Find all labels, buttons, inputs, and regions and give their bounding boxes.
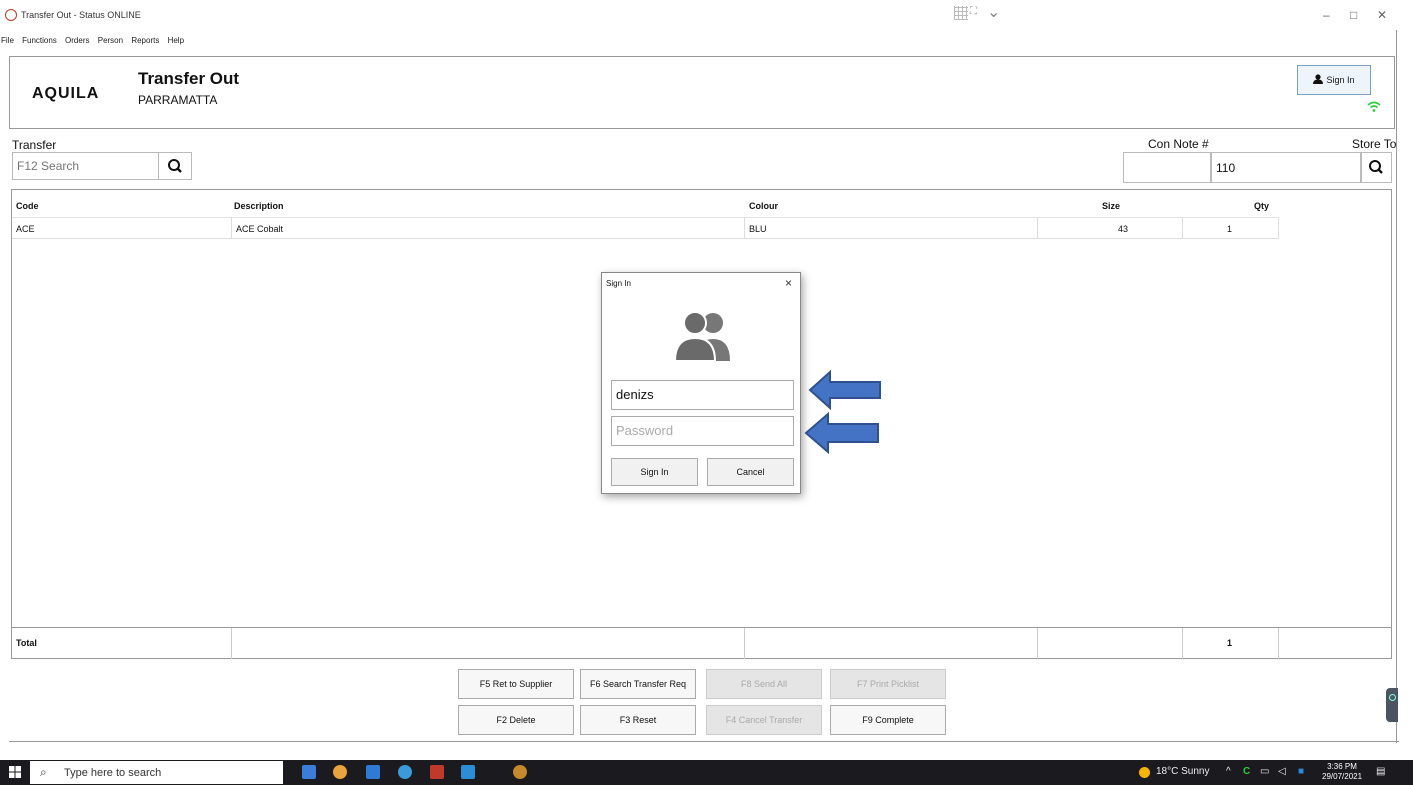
users-icon <box>673 311 730 361</box>
dialog-cancel-button[interactable]: Cancel <box>707 458 794 486</box>
menu-help[interactable]: Help <box>168 36 184 45</box>
chevron-down-icon[interactable]: ⌄ <box>987 2 1000 22</box>
con-note-input[interactable] <box>1123 152 1211 183</box>
total-label: Total <box>12 628 232 659</box>
total-description <box>232 628 745 659</box>
sign-in-dialog: Sign In × denizs Password Sign In Cancel <box>601 272 801 494</box>
menu-file[interactable]: File <box>1 36 14 45</box>
sign-in-label: Sign In <box>1326 75 1355 85</box>
column-header-colour[interactable]: Colour <box>745 195 782 217</box>
store-to-search-button[interactable] <box>1361 152 1392 183</box>
complete-button[interactable]: F9 Complete <box>830 705 946 735</box>
weather-text[interactable]: 18°C Sunny <box>1156 766 1209 777</box>
annotation-arrow-username <box>808 370 881 410</box>
username-field[interactable]: denizs <box>611 380 794 410</box>
reset-button[interactable]: F3 Reset <box>580 705 696 735</box>
transfer-label: Transfer <box>12 138 57 152</box>
notifications-icon[interactable]: ▤ <box>1376 766 1385 777</box>
windows-taskbar: ⌕ Type here to search 18°C Sunny ^ C ▭ ◁… <box>0 760 1413 785</box>
footer-divider <box>9 741 1399 742</box>
print-picklist-button[interactable]: F7 Print Picklist <box>830 669 946 699</box>
branch-name: PARRAMATTA <box>138 93 218 107</box>
clock-date: 29/07/2021 <box>1322 772 1363 781</box>
paint-icon[interactable] <box>430 765 444 779</box>
person-icon <box>1313 74 1324 84</box>
column-header-size[interactable]: Size <box>1098 195 1124 217</box>
outlook-icon[interactable]: ■ <box>1298 766 1304 777</box>
cell-description: ACE Cobalt <box>232 218 745 238</box>
menu-orders[interactable]: Orders <box>65 36 89 45</box>
taskview-icon[interactable] <box>366 765 380 779</box>
show-hidden-icons-icon[interactable]: ^ <box>1226 766 1231 777</box>
close-button[interactable]: ✕ <box>1377 8 1387 22</box>
taskbar-search-box[interactable]: ⌕ Type here to search <box>30 761 283 784</box>
search-transfer-req-button[interactable]: F6 Search Transfer Req <box>580 669 696 699</box>
grid-view-icon[interactable] <box>954 6 968 20</box>
page-title: Transfer Out <box>138 69 240 88</box>
weather-icon <box>1139 767 1150 778</box>
cell-colour: BLU <box>745 218 1038 238</box>
window-right-border <box>1396 30 1397 743</box>
remote-support-tab[interactable] <box>1386 688 1398 722</box>
window-titlebar: Transfer Out - Status ONLINE ⛶ ⌄ – □ ✕ <box>0 0 1413 30</box>
clock-time: 3:36 PM <box>1327 762 1357 771</box>
transfer-search-button[interactable] <box>158 152 192 180</box>
total-row: Total 1 <box>12 627 1392 659</box>
ret-to-supplier-button[interactable]: F5 Ret to Supplier <box>458 669 574 699</box>
file-explorer-icon[interactable] <box>302 765 316 779</box>
total-size <box>1038 628 1183 659</box>
system-clock[interactable]: 3:36 PM 29/07/2021 <box>1322 762 1362 782</box>
column-header-description[interactable]: Description <box>230 195 288 217</box>
fullscreen-icon[interactable]: ⛶ <box>970 6 977 17</box>
password-field[interactable]: Password <box>611 416 794 446</box>
remote-support-icon <box>1389 694 1396 701</box>
dialog-sign-in-button[interactable]: Sign In <box>611 458 698 486</box>
menu-functions[interactable]: Functions <box>22 36 57 45</box>
maximize-button[interactable]: □ <box>1350 8 1357 22</box>
search-icon <box>168 159 182 173</box>
taskbar-search-placeholder: Type here to search <box>64 767 162 779</box>
table-row[interactable]: ACE ACE Cobalt BLU 43 1 <box>12 217 1279 239</box>
annotation-arrow-password <box>804 412 879 454</box>
search-icon <box>1369 160 1383 174</box>
chrome-icon[interactable] <box>333 765 347 779</box>
page-header: AQUILA Transfer Out PARRAMATTA Sign In <box>9 56 1395 129</box>
menu-bar: File Functions Orders Person Reports Hel… <box>0 36 184 50</box>
total-qty: 1 <box>1183 628 1279 659</box>
cancel-transfer-button[interactable]: F4 Cancel Transfer <box>706 705 822 735</box>
menu-reports[interactable]: Reports <box>131 36 159 45</box>
store-to-input[interactable]: 110 <box>1211 152 1361 183</box>
menu-person[interactable]: Person <box>98 36 123 45</box>
network-icon[interactable]: ▭ <box>1260 766 1269 777</box>
mail-icon[interactable] <box>461 765 475 779</box>
column-header-qty[interactable]: Qty <box>1250 195 1273 217</box>
search-icon: ⌕ <box>40 765 47 779</box>
total-colour <box>745 628 1038 659</box>
ccleaner-icon[interactable]: C <box>1243 766 1250 777</box>
app-icon <box>5 9 17 21</box>
wifi-icon <box>1367 101 1381 112</box>
dialog-title: Sign In <box>606 279 631 288</box>
brand-logo: AQUILA <box>32 85 100 102</box>
minimize-button[interactable]: – <box>1323 8 1330 22</box>
delete-button[interactable]: F2 Delete <box>458 705 574 735</box>
sign-in-button[interactable]: Sign In <box>1297 65 1371 95</box>
edge-icon[interactable] <box>398 765 412 779</box>
window-title: Transfer Out - Status ONLINE <box>21 10 141 20</box>
aquila-app-icon[interactable] <box>513 765 527 779</box>
cell-code: ACE <box>12 218 232 238</box>
volume-icon[interactable]: ◁ <box>1278 766 1286 777</box>
transfer-search-input[interactable] <box>12 152 159 180</box>
cell-size: 43 <box>1038 218 1183 238</box>
store-to-label: Store To <box>1352 137 1397 151</box>
cell-qty: 1 <box>1183 218 1279 238</box>
column-header-code[interactable]: Code <box>12 195 43 217</box>
send-all-button[interactable]: F8 Send All <box>706 669 822 699</box>
windows-start-icon[interactable] <box>9 766 21 778</box>
dialog-close-button[interactable]: × <box>785 276 792 290</box>
con-note-label: Con Note # <box>1148 137 1209 151</box>
